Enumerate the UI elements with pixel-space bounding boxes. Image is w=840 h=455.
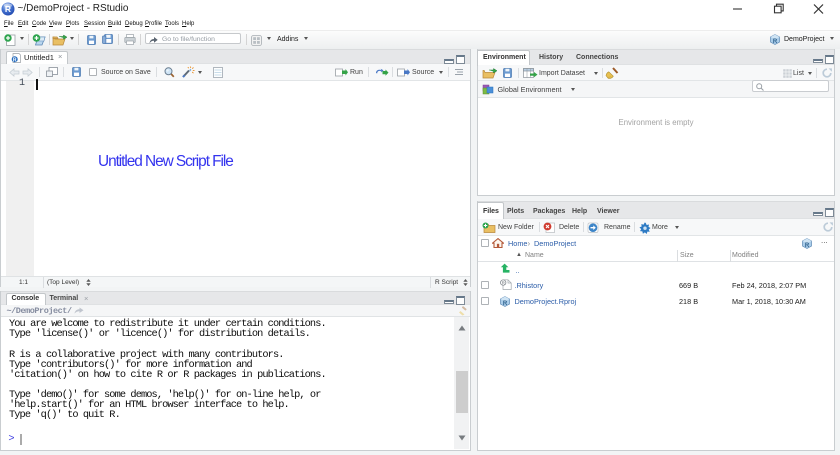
svg-text:R: R	[773, 39, 778, 45]
svg-text:R: R	[503, 301, 508, 307]
svg-text:R: R	[5, 4, 11, 14]
svg-text:R: R	[13, 57, 17, 63]
svg-text:R: R	[805, 243, 810, 249]
